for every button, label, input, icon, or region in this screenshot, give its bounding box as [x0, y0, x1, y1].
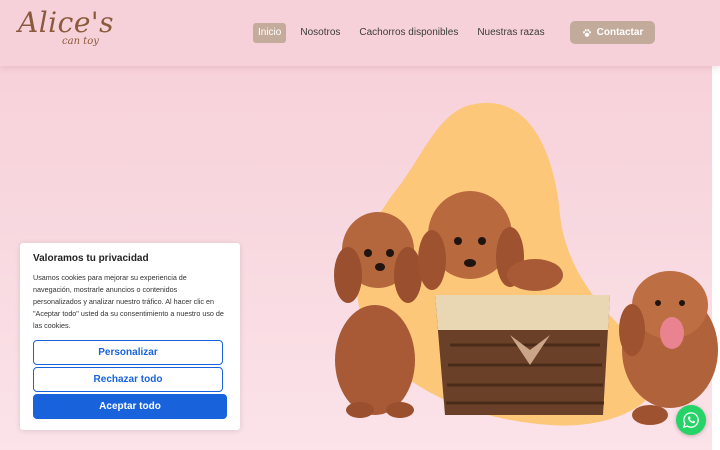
accept-all-button[interactable]: Aceptar todo [33, 394, 227, 419]
customize-button[interactable]: Personalizar [33, 340, 223, 365]
cookie-description: Usamos cookies para mejorar su experienc… [33, 273, 224, 330]
site-logo[interactable]: Alice's can toy [18, 6, 118, 56]
hero-puppies-image [334, 102, 718, 426]
cookie-title: Valoramos tu privacidad [33, 253, 149, 264]
nav-item-cachorros[interactable]: Cachorros disponibles [354, 23, 463, 43]
whatsapp-icon [682, 412, 699, 429]
wicker-basket [435, 295, 610, 415]
reject-all-button[interactable]: Rechazar todo [33, 367, 223, 392]
nav-item-nosotros[interactable]: Nosotros [295, 23, 345, 43]
contact-button[interactable]: Contactar [570, 21, 655, 44]
whatsapp-button[interactable] [676, 405, 706, 435]
logo-sub-text: can toy [62, 36, 99, 47]
cookie-consent-dialog: Valoramos tu privacidad Usamos cookies p… [20, 243, 240, 430]
nav-item-razas[interactable]: Nuestras razas [472, 23, 549, 43]
logo-main-text: Alice's [18, 6, 114, 39]
site-header: Alice's can toy Inicio Nosotros Cachorro… [0, 0, 720, 66]
contact-button-label: Contactar [596, 27, 644, 38]
nav-item-inicio[interactable]: Inicio [253, 23, 287, 43]
main-nav: Inicio Nosotros Cachorros disponibles Nu… [253, 23, 550, 43]
paw-icon [582, 28, 591, 37]
